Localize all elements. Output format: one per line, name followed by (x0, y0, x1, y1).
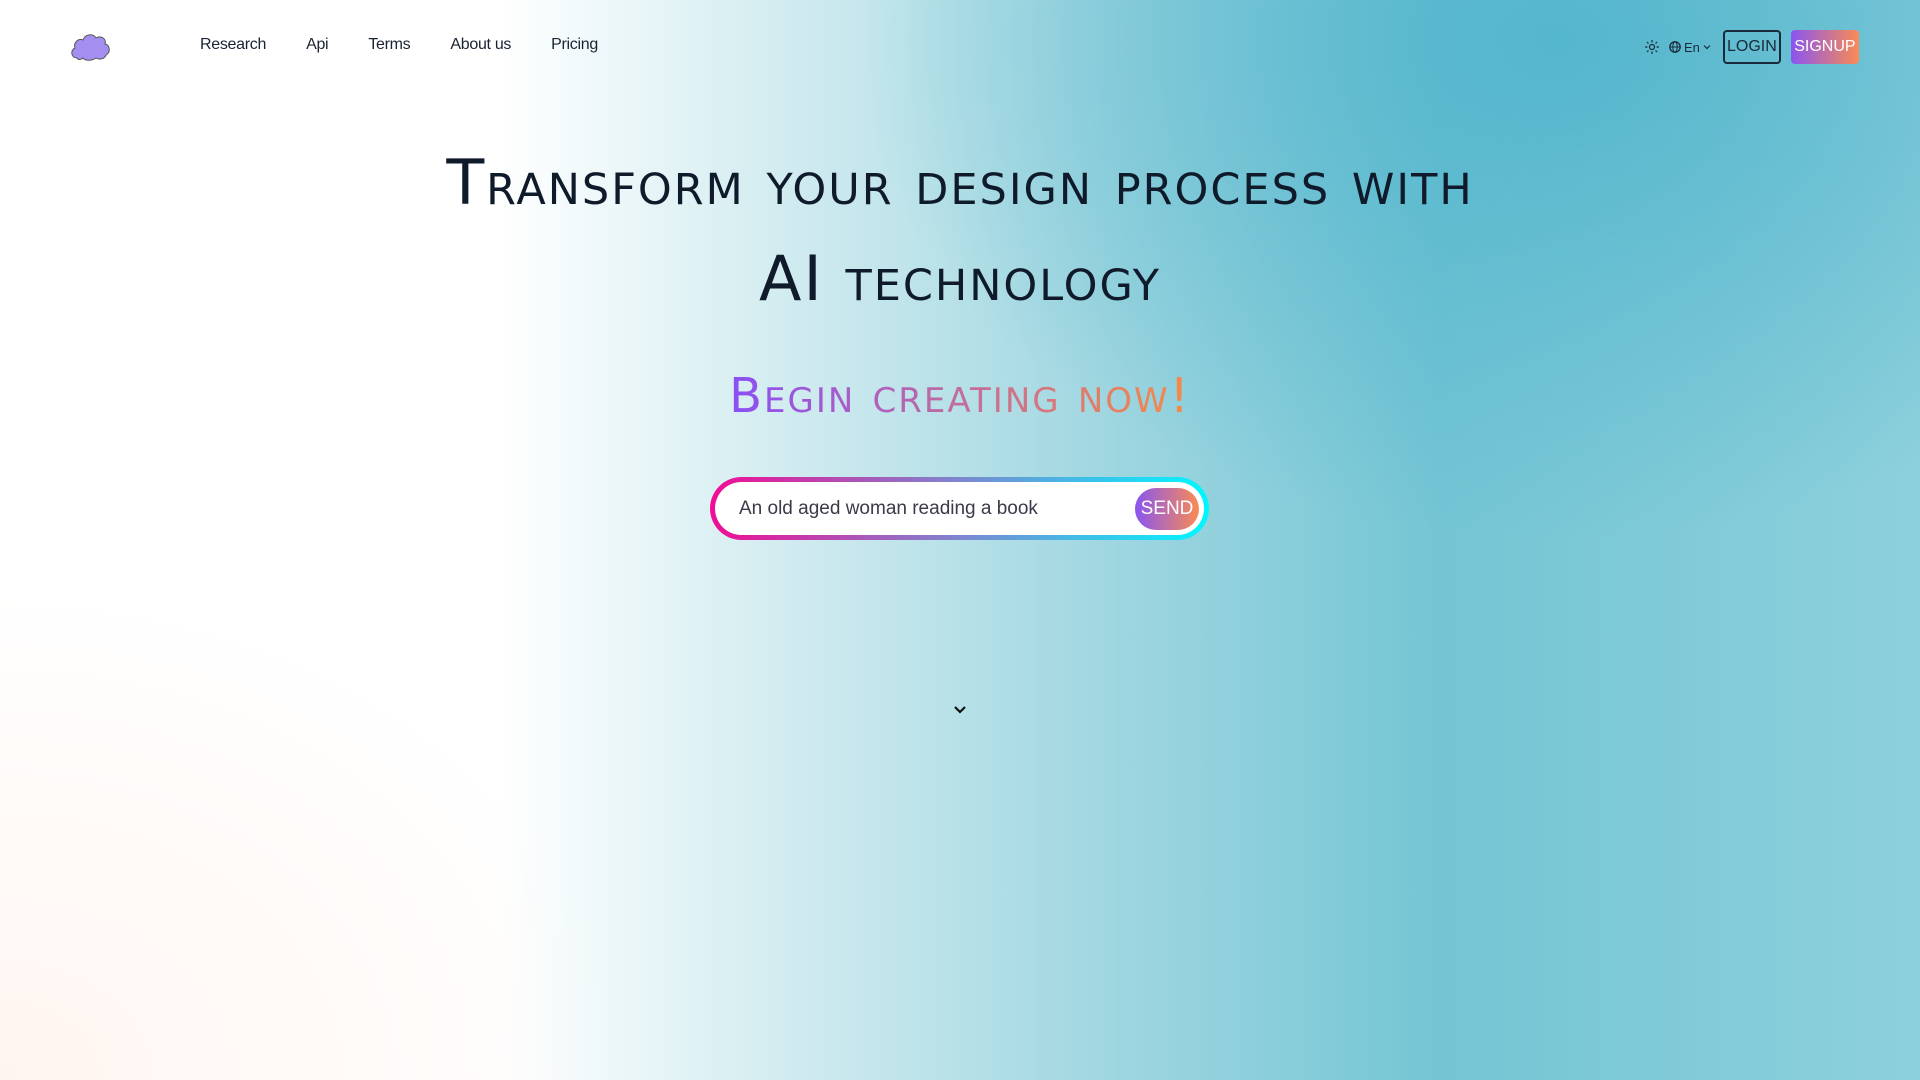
hero-title-line2: AI technology (759, 242, 1161, 315)
hero-title-line1: Transform your design process with (446, 146, 1474, 219)
send-button[interactable]: SEND (1135, 487, 1199, 530)
nav-pricing[interactable]: Pricing (551, 36, 598, 54)
globe-icon (1669, 41, 1681, 53)
signup-button[interactable]: SIGNUP (1790, 30, 1859, 64)
prompt-box: SEND (710, 477, 1209, 540)
top-nav: Research Api Terms About us Pricing En L… (0, 0, 1920, 95)
nav-research[interactable]: Research (200, 36, 266, 54)
sun-icon[interactable] (1645, 40, 1659, 54)
scroll-down-chevron-icon[interactable] (952, 704, 968, 716)
language-label: En (1684, 39, 1700, 55)
cloud-logo-icon[interactable] (69, 30, 111, 62)
prompt-input[interactable] (739, 497, 1135, 520)
login-button[interactable]: LOGIN (1722, 30, 1781, 64)
hero-title: Transform your design process with AI tec… (0, 135, 1920, 327)
language-selector[interactable]: En (1669, 40, 1711, 55)
nav-terms[interactable]: Terms (368, 36, 410, 54)
nav-about-us[interactable]: About us (450, 36, 511, 54)
chevron-down-icon (1703, 45, 1711, 50)
hero-subtitle: Begin creating now! (729, 368, 1191, 424)
nav-api[interactable]: Api (306, 36, 329, 54)
